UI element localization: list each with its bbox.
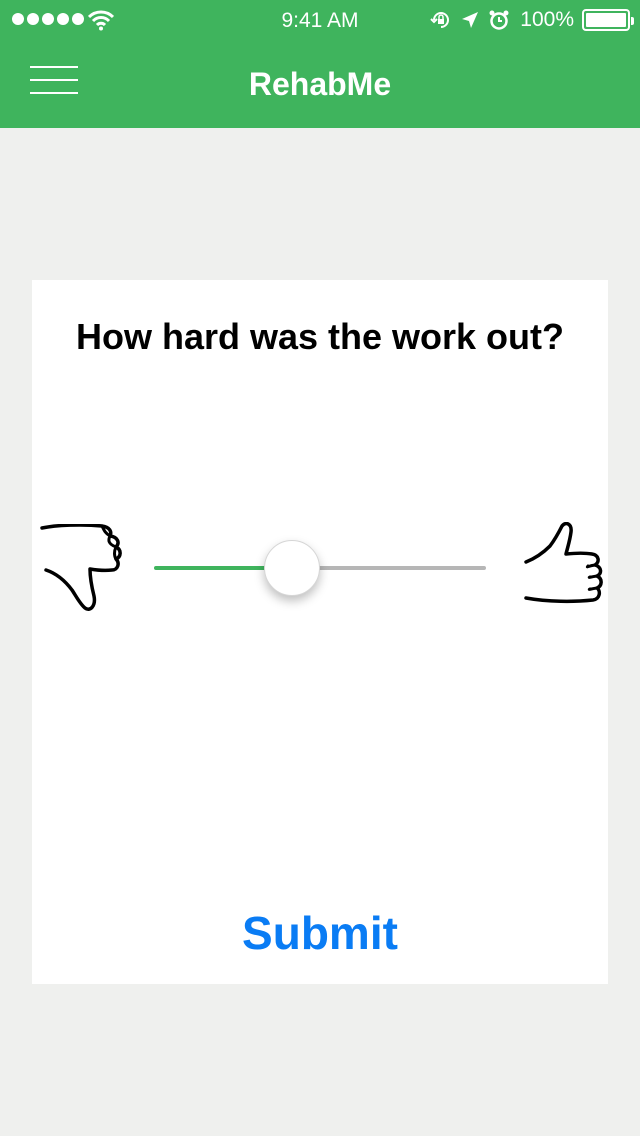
- app-title: RehabMe: [248, 66, 392, 102]
- app-header: 9:41 AM 100% RehabMe: [0, 0, 640, 128]
- slider-thumb[interactable]: [264, 540, 321, 596]
- orientation-lock-icon: [430, 12, 450, 28]
- battery-percent: 100%: [520, 8, 574, 31]
- question-heading: How hard was the work out?: [75, 316, 565, 357]
- feedback-card: How hard was the work out? Submit: [32, 280, 608, 984]
- nav-bar: RehabMe: [0, 40, 640, 128]
- alarm-icon: [489, 10, 509, 30]
- location-icon: [462, 12, 479, 28]
- slider-track-max: [292, 566, 486, 570]
- submit-button[interactable]: Submit: [32, 906, 608, 960]
- status-bar: 9:41 AM 100%: [0, 0, 640, 40]
- battery-icon: [582, 9, 634, 31]
- thumbs-down-icon: [40, 524, 122, 611]
- difficulty-slider[interactable]: [154, 536, 486, 596]
- thumbs-up-icon: [524, 522, 603, 604]
